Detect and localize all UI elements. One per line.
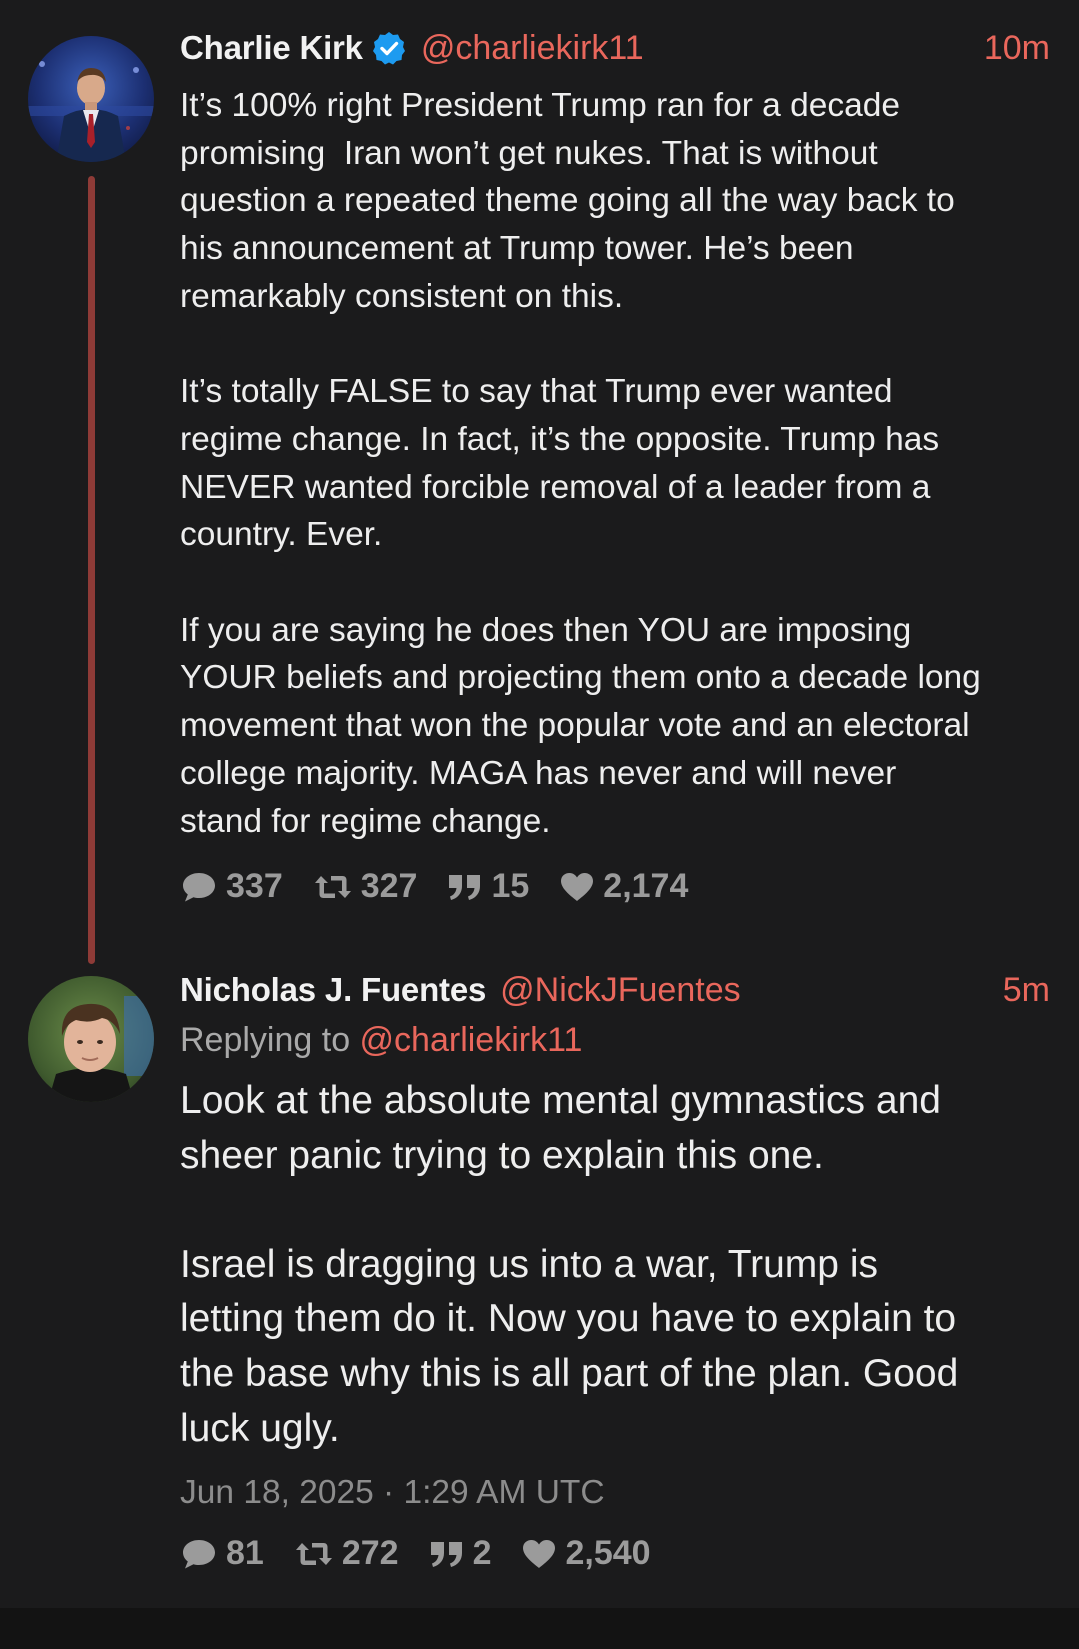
quote-count: 15: [491, 867, 530, 906]
reply-stat[interactable]: 337: [180, 867, 283, 906]
tweet-paragraph: Israel is dragging us into a war, Trump …: [180, 1242, 959, 1450]
retweet-count: 272: [341, 1534, 399, 1573]
user-handle[interactable]: @NickJFuentes: [500, 971, 740, 1010]
tweet-paragraph: If you are saying he does then YOU are i…: [180, 611, 981, 840]
tweet-stats: 337 327 15 2,174: [180, 867, 1050, 906]
quote-stat[interactable]: 15: [447, 867, 529, 906]
display-name[interactable]: Nicholas J. Fuentes: [180, 971, 486, 1009]
avatar-charlie-kirk[interactable]: [28, 36, 154, 162]
tweet-paragraph: Look at the absolute mental gymnastics a…: [180, 1079, 941, 1177]
tweet-header: Charlie Kirk @charliekirk11 10m: [180, 26, 1050, 70]
retweet-stat[interactable]: 327: [313, 867, 418, 906]
tweet-stats: 81 272 2 2,540: [180, 1534, 1050, 1573]
tweet-paragraph: It’s totally FALSE to say that Trump eve…: [180, 373, 940, 554]
like-count: 2,174: [603, 867, 689, 906]
comment-bubble-icon: [180, 1537, 218, 1571]
heart-icon: [559, 871, 595, 903]
user-handle[interactable]: @charliekirk11: [421, 29, 644, 68]
retweet-icon: [313, 872, 353, 902]
like-count: 2,540: [565, 1534, 651, 1573]
verified-badge-icon: [371, 30, 407, 66]
reply-count: 81: [226, 1534, 264, 1573]
quote-count: 2: [472, 1534, 492, 1573]
display-name[interactable]: Charlie Kirk: [180, 29, 363, 67]
quote-icon: [429, 1539, 465, 1569]
like-stat[interactable]: 2,540: [521, 1534, 651, 1573]
avatar-nicholas-fuentes[interactable]: [28, 976, 154, 1102]
tweet-body: It’s 100% right President Trump ran for …: [180, 82, 1050, 845]
replying-to: Replying to @charliekirk11: [180, 1016, 1050, 1064]
tweet-paragraph: It’s 100% right President Trump ran for …: [180, 87, 955, 315]
tweet-body: Look at the absolute mental gymnastics a…: [180, 1074, 1050, 1456]
replying-handle[interactable]: @charliekirk11: [360, 1021, 583, 1059]
tweet-header: Nicholas J. Fuentes @NickJFuentes 5m: [180, 968, 1050, 1012]
retweet-icon: [294, 1539, 334, 1569]
reply-count: 337: [226, 867, 283, 906]
reply-stat[interactable]: 81: [180, 1534, 264, 1573]
quote-stat[interactable]: 2: [429, 1534, 492, 1573]
tweet-date[interactable]: Jun 18, 2025 · 1:29 AM UTC: [180, 1474, 1050, 1512]
bottom-divider: [0, 1608, 1079, 1649]
quote-icon: [447, 872, 483, 902]
comment-bubble-icon: [180, 870, 218, 904]
tweet-time[interactable]: 5m: [1003, 968, 1050, 1012]
replying-prefix: Replying to: [180, 1021, 360, 1059]
thread-container: Charlie Kirk @charliekirk11 10m It’s 100…: [0, 0, 1079, 1608]
like-stat[interactable]: 2,174: [559, 867, 688, 906]
thread-connector-line: [88, 176, 95, 964]
heart-icon: [521, 1538, 557, 1570]
retweet-stat[interactable]: 272: [294, 1534, 399, 1573]
retweet-count: 327: [360, 867, 418, 906]
tweet-time[interactable]: 10m: [984, 26, 1050, 70]
